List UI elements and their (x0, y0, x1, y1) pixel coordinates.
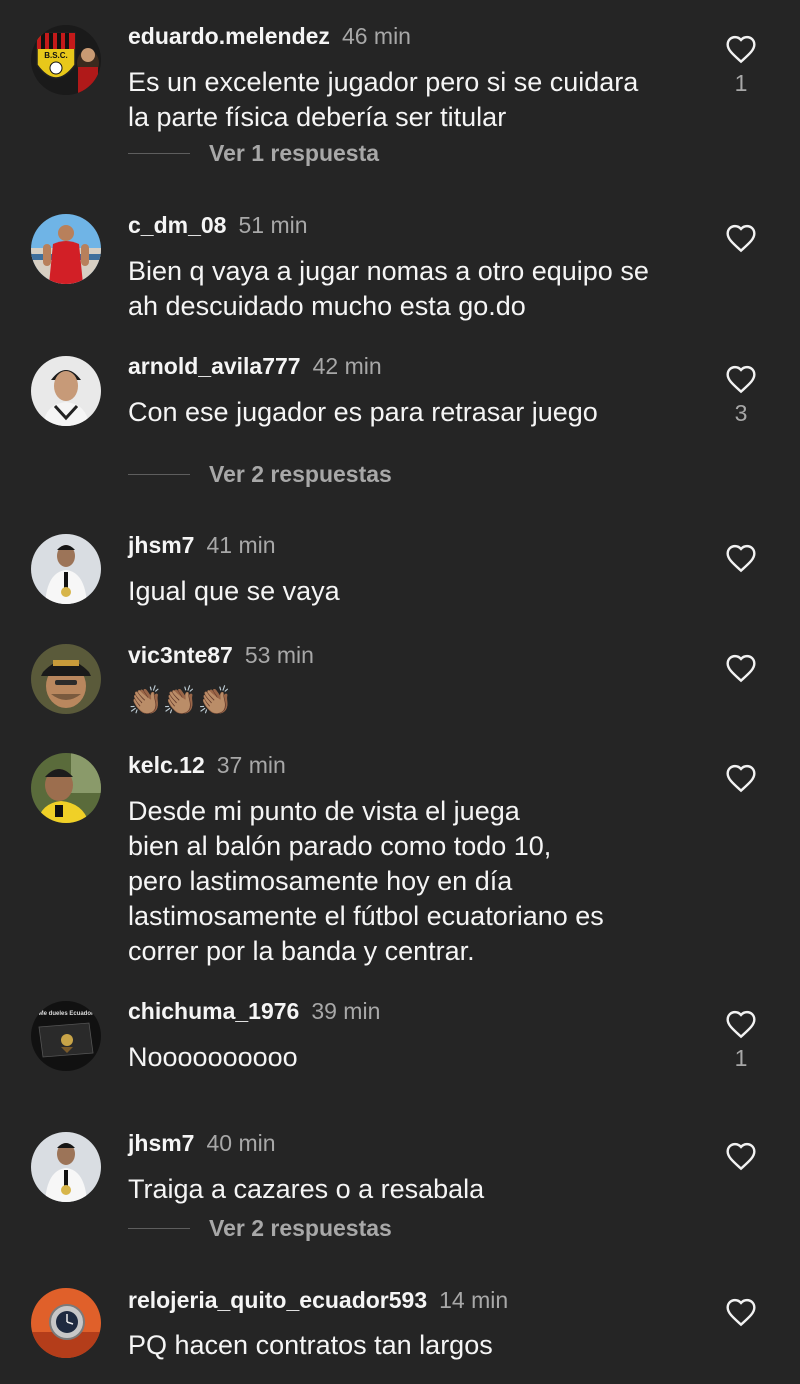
bsc-badge-text: B.S.C. (44, 51, 68, 60)
comment-username[interactable]: jhsm7 (128, 532, 194, 558)
comment-text: Igual que se vaya (128, 576, 340, 606)
replies-divider-line (128, 474, 190, 475)
avatar-caption: Me dueles Ecuador (39, 1011, 94, 1017)
comment-username[interactable]: arnold_avila777 (128, 353, 301, 379)
heart-outline-icon[interactable] (723, 223, 759, 253)
comment-time: 51 min (238, 212, 308, 238)
like-count: 3 (734, 400, 748, 426)
comment-time: 46 min (341, 23, 411, 49)
comment-text: 👏🏽👏🏽👏🏽 (128, 685, 233, 716)
comment-username[interactable]: kelc.12 (128, 752, 205, 778)
heart-outline-icon[interactable] (723, 34, 759, 64)
avatar[interactable]: Me dueles Ecuador (31, 1001, 101, 1071)
avatar[interactable]: B.S.C. (31, 25, 101, 95)
heart-outline-icon[interactable] (723, 543, 759, 573)
comment-text: Bien q vaya a jugar nomas a otro equipo … (128, 256, 649, 321)
view-replies-button[interactable]: Ver 2 respuestas (128, 461, 392, 488)
avatar[interactable] (31, 753, 101, 823)
replies-divider-line (128, 153, 190, 154)
view-replies-label[interactable]: Ver 2 respuestas (209, 1215, 392, 1242)
avatar[interactable] (31, 1288, 101, 1358)
comment-username[interactable]: vic3nte87 (128, 642, 233, 668)
comment-text: Con ese jugador es para retrasar juego (128, 397, 598, 427)
heart-outline-icon[interactable] (723, 653, 759, 683)
comment-time: 40 min (206, 1130, 276, 1156)
heart-outline-icon[interactable] (723, 1009, 759, 1039)
like-count: 1 (734, 1045, 748, 1071)
view-replies-label[interactable]: Ver 1 respuesta (209, 140, 379, 167)
comment-time: 39 min (311, 998, 381, 1024)
view-replies-button[interactable]: Ver 2 respuestas (128, 1215, 392, 1242)
comment-time: 14 min (439, 1287, 509, 1313)
comment-time: 42 min (312, 353, 382, 379)
avatar[interactable] (31, 214, 101, 284)
heart-outline-icon[interactable] (723, 1141, 759, 1171)
comment-time: 53 min (244, 642, 314, 668)
comment-username[interactable]: relojeria_quito_ecuador593 (128, 1287, 427, 1313)
view-replies-label[interactable]: Ver 2 respuestas (209, 461, 392, 488)
comment-username[interactable]: jhsm7 (128, 1130, 194, 1156)
avatar[interactable] (31, 1132, 101, 1202)
comment-time: 37 min (216, 752, 286, 778)
avatar[interactable] (31, 534, 101, 604)
heart-outline-icon[interactable] (723, 1297, 759, 1327)
comment-text: Es un excelente jugador pero si se cuida… (128, 67, 639, 132)
avatar[interactable] (31, 356, 101, 426)
replies-divider-line (128, 1228, 190, 1229)
avatar[interactable] (31, 644, 101, 714)
comment-text: Traiga a cazares o a resabala (128, 1174, 485, 1204)
comment-time: 41 min (206, 532, 276, 558)
comment-text: PQ hacen contratos tan largos (128, 1330, 493, 1360)
like-count: 1 (734, 70, 748, 96)
view-replies-button[interactable]: Ver 1 respuesta (128, 140, 379, 167)
comment-username[interactable]: eduardo.melendez (128, 23, 330, 49)
comment-username[interactable]: chichuma_1976 (128, 998, 299, 1024)
heart-outline-icon[interactable] (723, 763, 759, 793)
heart-outline-icon[interactable] (723, 364, 759, 394)
comment-username[interactable]: c_dm_08 (128, 212, 226, 238)
comment-text: Desde mi punto de vista el juega bien al… (128, 796, 604, 966)
comment-text: Noooooooooo (128, 1042, 298, 1072)
